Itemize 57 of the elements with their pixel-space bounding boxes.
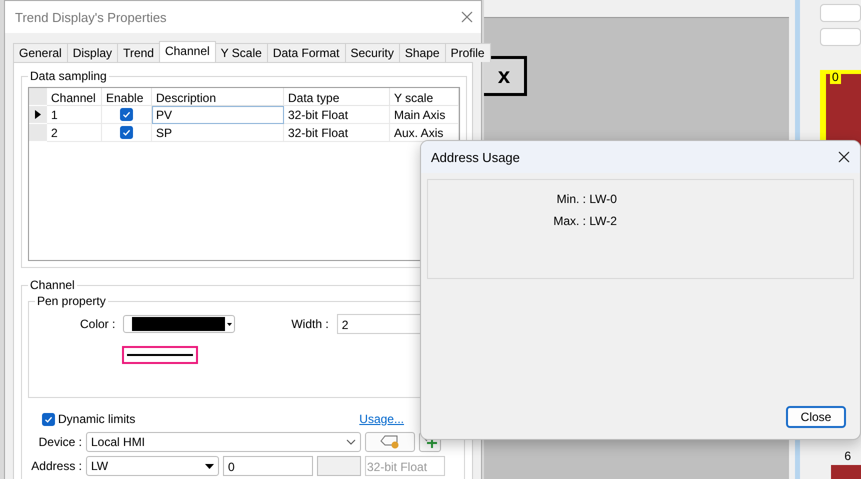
address-field[interactable]: 0 — [223, 456, 313, 476]
row-header[interactable] — [29, 106, 47, 124]
tile-label: 6 — [844, 449, 851, 463]
table-cell: 2 — [47, 124, 102, 142]
checkbox-label: Dynamic limits — [58, 412, 136, 426]
column-header[interactable]: Channel — [47, 88, 102, 106]
checkbox[interactable] — [42, 412, 55, 426]
tab[interactable]: Display — [66, 43, 118, 62]
table-cell: Main Axis — [390, 106, 459, 124]
column-header[interactable]: Description — [152, 88, 284, 106]
window-title: Trend Display's Properties — [15, 10, 167, 24]
input-field[interactable] — [317, 456, 361, 476]
panel-field[interactable] — [820, 28, 861, 46]
tile-label: 0 — [830, 70, 841, 84]
caret-icon — [205, 464, 214, 468]
address-value: LW-0 — [588, 192, 618, 206]
enable-checkbox[interactable] — [120, 126, 133, 139]
column-header[interactable]: Data type — [284, 88, 390, 106]
tab[interactable]: Channel — [158, 41, 216, 62]
field-label: Max. : — [552, 214, 586, 228]
column-header[interactable]: Y scale — [390, 88, 459, 106]
address-value: LW-2 — [588, 214, 618, 228]
data-type-field: 32-bit Float — [365, 456, 445, 476]
enable-checkbox[interactable] — [120, 108, 133, 121]
address-type-dropdown[interactable]: LW — [86, 456, 219, 476]
table-cell: 32-bit Float — [284, 106, 390, 124]
window-title: Address Usage — [431, 150, 520, 164]
tab[interactable]: Shape — [398, 43, 446, 62]
panel-field[interactable] — [820, 4, 861, 22]
pointer-icon — [35, 110, 41, 119]
color-picker[interactable] — [123, 315, 236, 333]
tab[interactable]: General — [13, 43, 68, 62]
field-label: Address : — [30, 459, 82, 473]
field-label: Min. : — [556, 192, 586, 206]
column-header[interactable]: Enable — [102, 88, 152, 106]
device-dropdown[interactable]: Local HMI — [86, 432, 361, 452]
table-cell[interactable]: SP — [152, 124, 284, 142]
field-label: Width : — [291, 317, 329, 331]
tab[interactable]: Profile — [444, 43, 491, 62]
close-icon[interactable] — [838, 151, 850, 163]
widget-tile — [831, 465, 861, 479]
widget-label: x — [498, 63, 510, 89]
usage-link[interactable]: Usage... — [359, 412, 404, 426]
tab[interactable]: Security — [344, 43, 400, 62]
tag-icon — [379, 435, 401, 449]
group-title: Channel — [29, 278, 76, 292]
table-cell[interactable]: PV — [152, 106, 284, 124]
close-button[interactable]: Close — [786, 406, 846, 428]
field-label: Color : — [80, 317, 116, 331]
table-cell: 1 — [47, 106, 102, 124]
group-title: Pen property — [36, 294, 107, 308]
tag-button[interactable] — [365, 432, 415, 452]
field-label: Device : — [38, 435, 82, 449]
chevron-icon — [346, 439, 356, 445]
table-cell: 32-bit Float — [284, 124, 390, 142]
group-title: Data sampling — [29, 69, 108, 83]
caret-icon — [227, 322, 232, 326]
